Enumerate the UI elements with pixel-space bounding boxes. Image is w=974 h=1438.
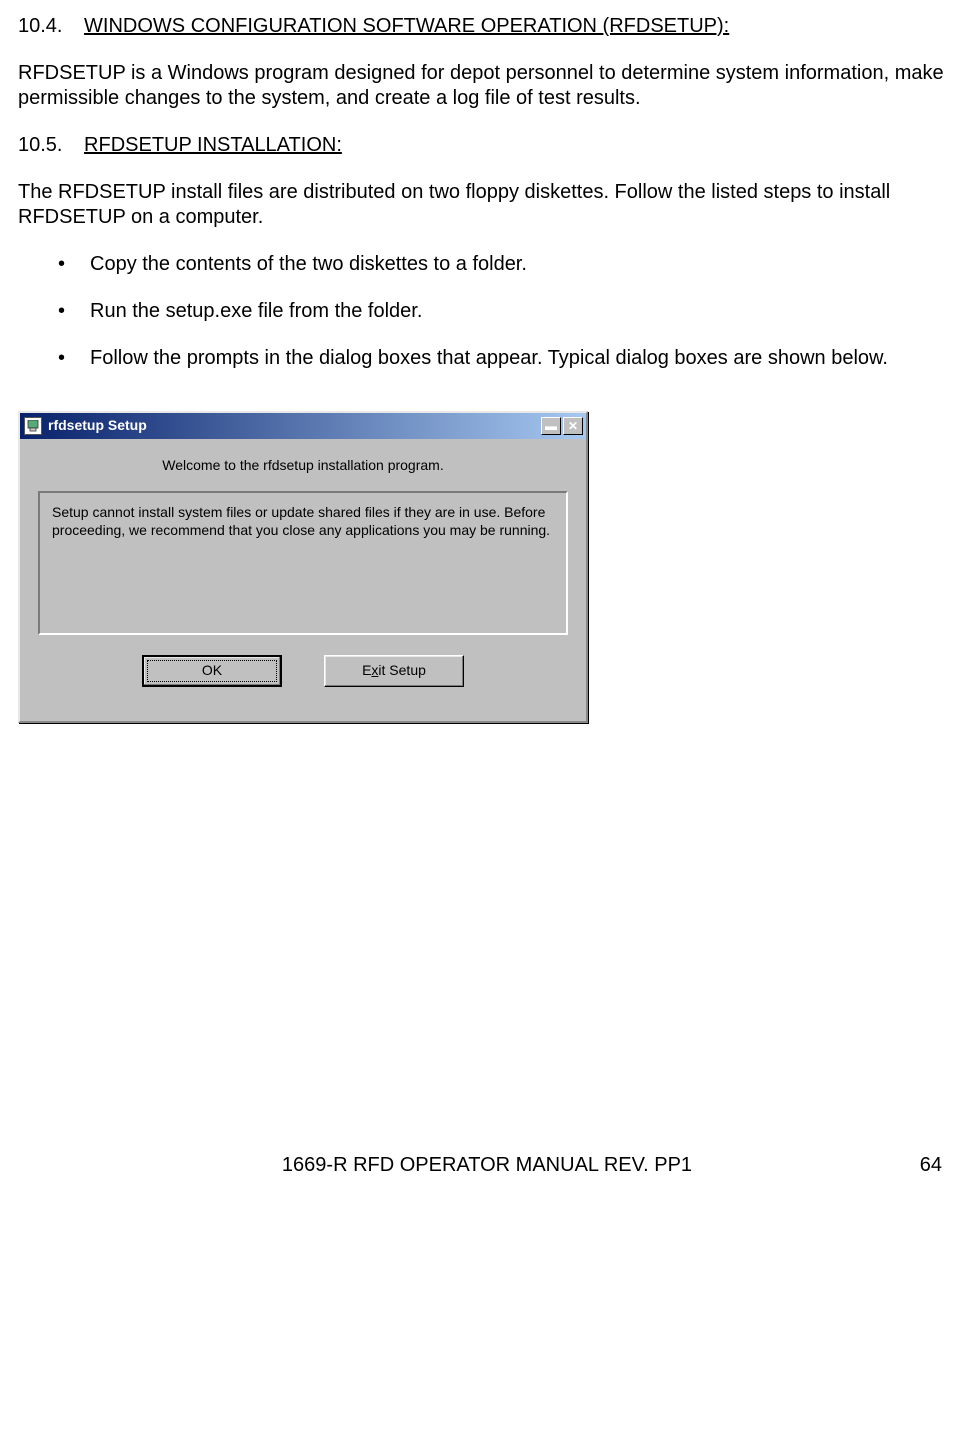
titlebar-buttons: ▬ ✕ [541,417,583,435]
dialog-title: rfdsetup Setup [48,417,541,435]
dialog-button-row: OK Exit Setup [38,635,568,711]
list-item: Run the setup.exe file from the folder. [58,299,956,324]
instruction-panel: Setup cannot install system files or upd… [38,491,568,635]
dialog-body: Welcome to the rfdsetup installation pro… [20,439,586,721]
minimize-icon: ▬ [545,419,557,434]
setup-dialog: rfdsetup Setup ▬ ✕ Welcome to the rfdset… [18,411,588,723]
titlebar: rfdsetup Setup ▬ ✕ [20,413,586,439]
ok-button-label: OK [202,662,222,680]
list-item: Copy the contents of the two diskettes t… [58,252,956,277]
dialog-screenshot: rfdsetup Setup ▬ ✕ Welcome to the rfdset… [18,411,588,723]
paragraph-rfdsetup-desc: RFDSETUP is a Windows program designed f… [18,61,956,111]
section-title: WINDOWS CONFIGURATION SOFTWARE OPERATION… [84,15,729,37]
list-item: Follow the prompts in the dialog boxes t… [58,346,956,371]
page-footer: 1669-R RFD OPERATOR MANUAL REV. PP1 64 [18,1153,956,1178]
exit-button-label: Exit Setup [362,662,426,680]
page-number: 64 [920,1153,942,1178]
paragraph-install-intro: The RFDSETUP install files are distribut… [18,180,956,230]
close-icon: ✕ [568,419,578,434]
install-steps-list: Copy the contents of the two diskettes t… [58,252,956,371]
close-button[interactable]: ✕ [563,417,583,435]
section-heading-10-5: 10.5. RFDSETUP INSTALLATION: [18,133,956,158]
section-number: 10.5. [18,133,62,158]
footer-text: 1669-R RFD OPERATOR MANUAL REV. PP1 [282,1153,692,1178]
app-icon [24,417,42,435]
section-number: 10.4. [18,14,62,39]
exit-setup-button[interactable]: Exit Setup [324,655,464,687]
welcome-text: Welcome to the rfdsetup installation pro… [38,457,568,475]
minimize-button[interactable]: ▬ [541,417,561,435]
ok-button[interactable]: OK [142,655,282,687]
section-heading-10-4: 10.4. WINDOWS CONFIGURATION SOFTWARE OPE… [18,14,956,39]
section-title: RFDSETUP INSTALLATION: [84,134,342,156]
